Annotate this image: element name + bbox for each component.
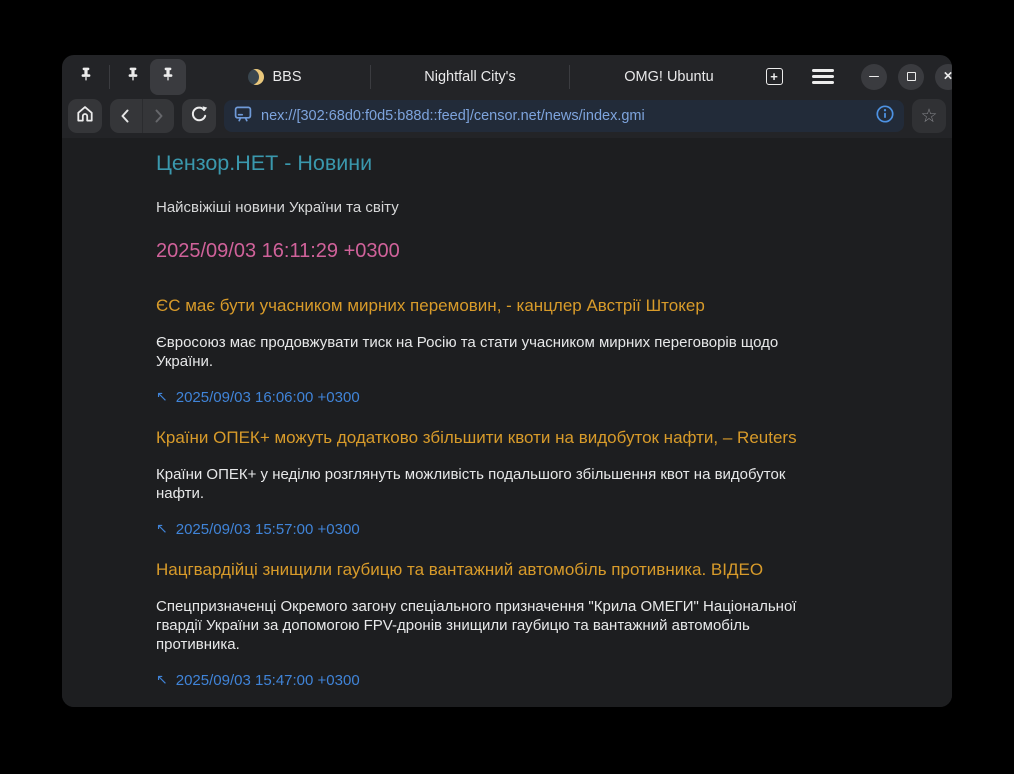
close-button[interactable]: ×	[935, 64, 952, 90]
star-icon: ☆	[920, 105, 937, 128]
pin-icon	[160, 66, 176, 87]
pinned-tab-button[interactable]	[69, 60, 103, 94]
tab-bbs[interactable]: BBS	[186, 59, 364, 95]
menu-button[interactable]	[811, 69, 835, 84]
home-button[interactable]	[68, 99, 102, 133]
news-item: ЄС має бути учасником мирних перемовин, …	[156, 295, 872, 407]
link-arrow-icon: ↖	[156, 519, 168, 538]
maximize-button[interactable]	[898, 64, 924, 90]
news-summary: Спецпризначенці Окремого загону спеціаль…	[156, 597, 821, 654]
news-timestamp: 2025/09/03 15:57:00 +0300	[176, 520, 360, 539]
page-content: Цензор.НЕТ - Новини Найсвіжіші новини Ук…	[62, 138, 952, 707]
link-arrow-icon: ↖	[156, 387, 168, 406]
reload-icon	[189, 104, 209, 129]
tab-nightfall-citys[interactable]: Nightfall City's	[377, 59, 563, 95]
news-headline: ЄС має бути учасником мирних перемовин, …	[156, 295, 872, 316]
back-icon	[116, 106, 136, 126]
url-bar[interactable]: nex://[302:68d0:f0d5:b88d::feed]/censor.…	[224, 100, 904, 132]
news-summary: Країни ОПЕК+ у неділю розглянуть можливі…	[156, 465, 821, 503]
news-headline: Країни ОПЕК+ можуть додатково збільшити …	[156, 427, 872, 448]
tabbar-divider	[370, 65, 371, 89]
browser-window: BBS Nightfall City's OMG! Ubuntu + ×	[62, 55, 952, 707]
tab-label: Nightfall City's	[424, 69, 515, 85]
url-text[interactable]: nex://[302:68d0:f0d5:b88d::feed]/censor.…	[261, 108, 867, 124]
news-timestamp-link[interactable]: ↖ 2025/09/03 16:06:00 +0300	[156, 388, 872, 407]
waxing-crescent-moon-icon	[248, 69, 264, 85]
pinned-tab-button-active[interactable]	[150, 59, 186, 95]
window-chrome-buttons: + ×	[762, 64, 952, 90]
tab-label: BBS	[272, 69, 301, 85]
tabbar-divider	[109, 65, 110, 89]
info-icon	[875, 104, 895, 124]
terminal-monitor-icon	[233, 104, 253, 129]
news-summary: Євросоюз має продовжувати тиск на Росію …	[156, 333, 821, 371]
news-item: Країни ОПЕК+ можуть додатково збільшити …	[156, 427, 872, 539]
hamburger-icon	[812, 69, 834, 72]
pin-icon	[125, 66, 141, 87]
page-title: Цензор.НЕТ - Новини	[156, 151, 872, 176]
new-tab-icon: +	[766, 68, 783, 85]
page-info-button[interactable]	[875, 104, 895, 129]
pinned-tab-button[interactable]	[116, 60, 150, 94]
news-headline: Нацгвардійці знищили гаубицю та вантажни…	[156, 559, 872, 580]
news-timestamp-link[interactable]: ↖ 2025/09/03 15:47:00 +0300	[156, 671, 872, 690]
home-icon	[75, 104, 95, 129]
bookmark-button[interactable]: ☆	[912, 99, 946, 133]
maximize-icon	[907, 72, 916, 81]
back-button[interactable]	[110, 99, 142, 133]
pin-icon	[78, 66, 94, 87]
tab-bar: BBS Nightfall City's OMG! Ubuntu + ×	[62, 55, 952, 98]
minimize-button[interactable]	[861, 64, 887, 90]
history-nav	[110, 99, 174, 133]
navigation-bar: nex://[302:68d0:f0d5:b88d::feed]/censor.…	[62, 98, 952, 138]
new-tab-button[interactable]: +	[762, 65, 786, 89]
minimize-icon	[869, 76, 879, 78]
news-item: Нацгвардійці знищили гаубицю та вантажни…	[156, 559, 872, 690]
tabbar-divider	[569, 65, 570, 89]
tab-omg-ubuntu[interactable]: OMG! Ubuntu	[576, 59, 762, 95]
news-timestamp-link[interactable]: ↖ 2025/09/03 15:57:00 +0300	[156, 520, 872, 539]
news-timestamp: 2025/09/03 15:47:00 +0300	[176, 671, 360, 690]
tab-label: OMG! Ubuntu	[624, 69, 713, 85]
forward-icon	[148, 106, 168, 126]
link-arrow-icon: ↖	[156, 670, 168, 689]
reload-button[interactable]	[182, 99, 216, 133]
close-icon: ×	[944, 69, 952, 84]
feed-updated-timestamp: 2025/09/03 16:11:29 +0300	[156, 239, 872, 264]
forward-button[interactable]	[143, 99, 175, 133]
page-subtitle: Найсвіжіші новини України та світу	[156, 198, 872, 217]
news-timestamp: 2025/09/03 16:06:00 +0300	[176, 388, 360, 407]
